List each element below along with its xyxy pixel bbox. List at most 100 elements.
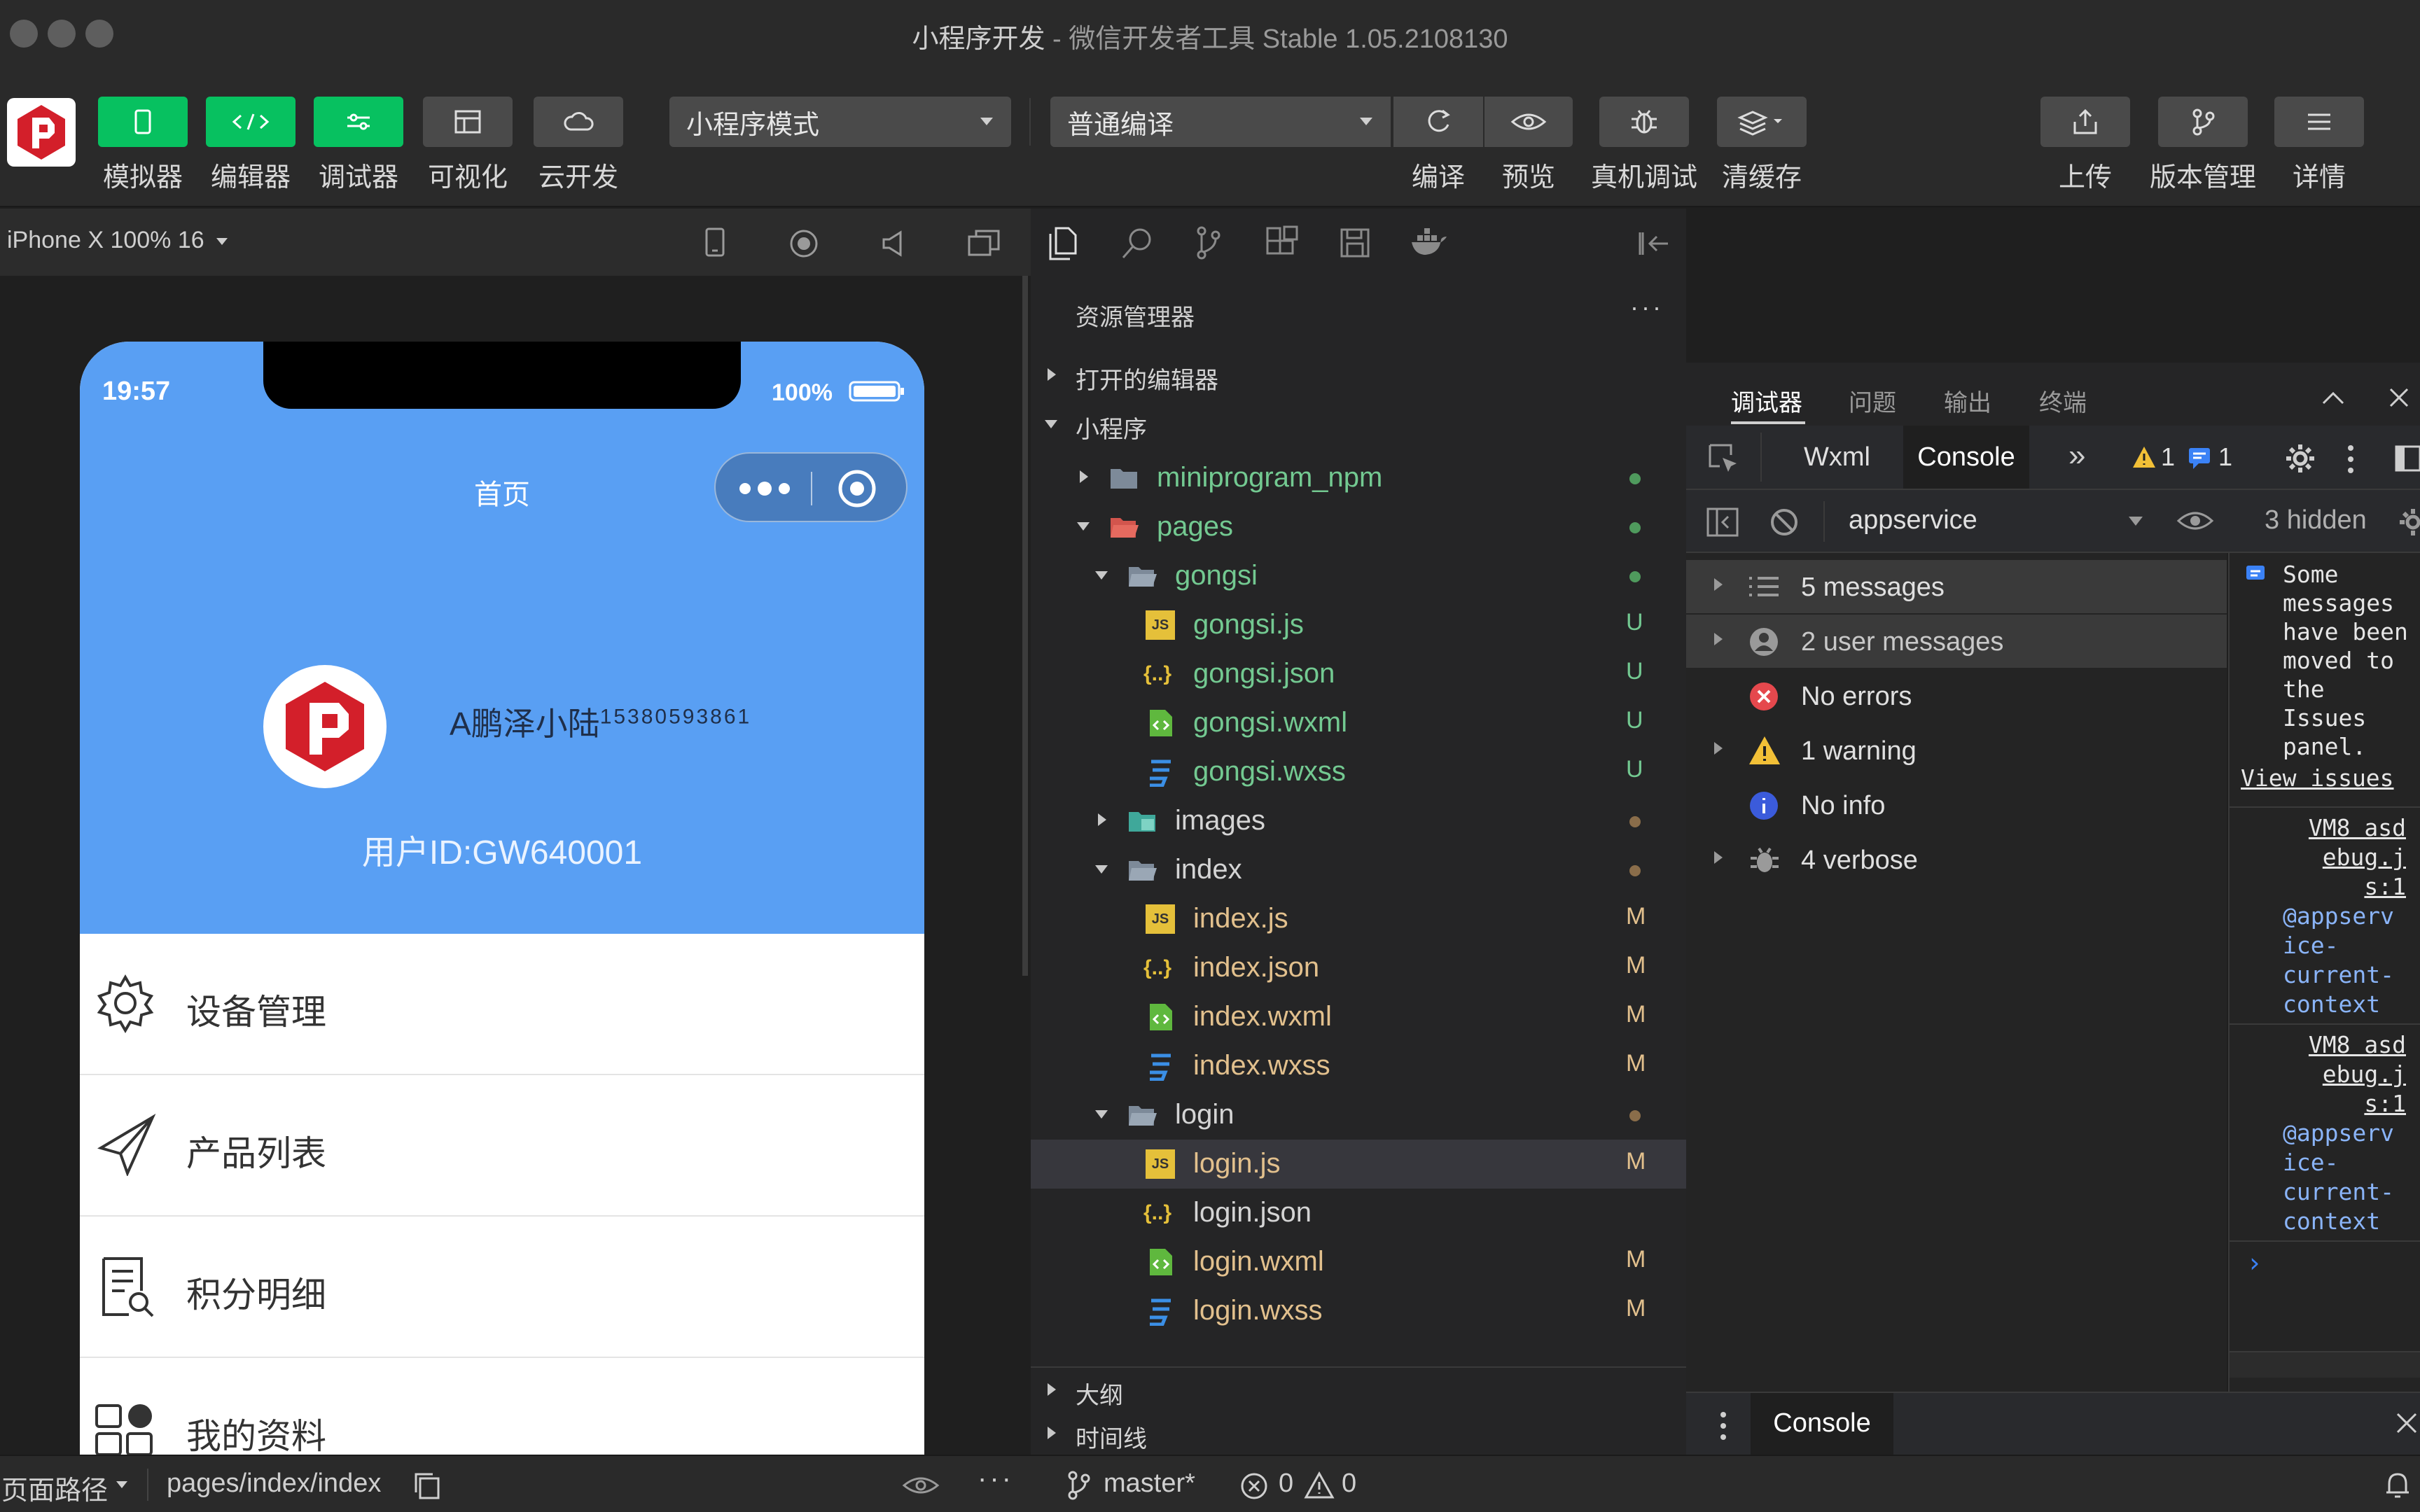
folder-login[interactable]: login <box>1031 1091 1686 1140</box>
sidebar-item-verbose[interactable]: 4 verbose <box>1686 833 2227 886</box>
cloud-button[interactable] <box>534 97 623 147</box>
log-source-link[interactable]: VM8 asd ebug.j s:1 <box>2309 1030 2406 1119</box>
folder-index[interactable]: index <box>1031 846 1686 895</box>
settings-gear-icon[interactable] <box>2284 442 2316 475</box>
close-icon[interactable] <box>2393 1410 2420 1438</box>
sidebar-item-messages[interactable]: 5 messages <box>1686 560 2227 613</box>
message-icon[interactable] <box>2188 447 2211 469</box>
version-control-button[interactable] <box>2158 97 2248 147</box>
folder-gongsi[interactable]: gongsi <box>1031 552 1686 601</box>
details-button[interactable] <box>2274 97 2364 147</box>
chevron-down-icon[interactable] <box>116 1481 127 1488</box>
hidden-count[interactable]: 3 hidden <box>2265 505 2367 536</box>
collapse-panel-icon[interactable] <box>1636 230 1671 258</box>
more-dots-icon[interactable] <box>737 479 793 498</box>
panel-tab-debugger[interactable]: 调试器 <box>1731 384 1802 418</box>
extensions-icon[interactable] <box>1265 225 1300 260</box>
outline-section[interactable]: 大纲 <box>1031 1368 1686 1411</box>
device-select[interactable]: iPhone X 100% 16 <box>7 227 228 254</box>
chevron-up-icon[interactable] <box>2319 388 2347 409</box>
panel-tab-output[interactable]: 输出 <box>1944 384 1991 418</box>
avatar[interactable] <box>263 665 387 788</box>
menu-item-my-profile[interactable]: 我的资料 <box>80 1358 924 1455</box>
more-actions-icon[interactable]: ··· <box>1630 293 1664 322</box>
simulator-scrollbar[interactable] <box>1022 276 1028 976</box>
dock-icon[interactable] <box>2393 444 2420 473</box>
panel-tab-problems[interactable]: 问题 <box>1849 384 1896 418</box>
phone-icon[interactable] <box>703 227 727 258</box>
error-icon[interactable] <box>1239 1471 1269 1501</box>
sidebar-item-user-messages[interactable]: 2 user messages <box>1686 615 2227 668</box>
search-icon[interactable] <box>1120 225 1155 260</box>
panel-tab-terminal[interactable]: 终端 <box>2039 384 2087 418</box>
compile-button[interactable] <box>1393 97 1483 147</box>
horizontal-scrollbar[interactable] <box>2230 1351 2420 1378</box>
record-icon[interactable] <box>788 228 819 259</box>
real-device-debug-button[interactable] <box>1599 97 1689 147</box>
sidebar-item-warnings[interactable]: 1 warning <box>1686 724 2227 777</box>
warning-icon[interactable] <box>2132 445 2157 469</box>
settings-gear-icon[interactable] <box>2398 507 2420 538</box>
clear-cache-button[interactable] <box>1717 97 1807 147</box>
git-branch[interactable]: master* <box>1104 1469 1195 1499</box>
file-login-json[interactable]: {..} login.json <box>1031 1189 1686 1238</box>
file-index-json[interactable]: {..} index.json M <box>1031 944 1686 993</box>
more-actions-icon[interactable]: ··· <box>978 1463 1014 1494</box>
save-icon[interactable] <box>1339 227 1371 259</box>
context-select-value[interactable]: appservice <box>1849 505 1977 536</box>
devtools-tab-wxml[interactable]: Wxml <box>1804 442 1870 472</box>
log-source-link[interactable]: VM8 asd ebug.j s:1 <box>2309 813 2406 902</box>
source-control-icon[interactable] <box>1193 225 1224 260</box>
window-icon[interactable] <box>966 228 1001 259</box>
more-vertical-icon[interactable] <box>2346 444 2356 475</box>
close-miniprogram-icon[interactable] <box>836 468 878 510</box>
visual-button[interactable] <box>423 97 513 147</box>
file-gongsi-wxss[interactable]: gongsi.wxss U <box>1031 748 1686 797</box>
open-editors-section[interactable]: 打开的编辑器 <box>1031 353 1686 398</box>
editor-button[interactable] <box>206 97 295 147</box>
folder-images[interactable]: images <box>1031 797 1686 846</box>
console-prompt-icon[interactable]: › <box>2246 1247 2262 1278</box>
warning-icon[interactable] <box>1304 1471 1335 1499</box>
file-login-wxss[interactable]: login.wxss M <box>1031 1287 1686 1336</box>
folder-miniprogram-npm[interactable]: miniprogram_npm <box>1031 454 1686 503</box>
drawer-tab-console[interactable]: Console <box>1751 1393 1893 1455</box>
file-gongsi-wxml[interactable]: gongsi.wxml U <box>1031 699 1686 748</box>
copy-icon[interactable] <box>413 1471 441 1501</box>
menu-item-device-management[interactable]: 设备管理 <box>80 934 924 1075</box>
debugger-button[interactable] <box>314 97 403 147</box>
menu-item-product-list[interactable]: 产品列表 <box>80 1075 924 1217</box>
close-icon[interactable] <box>2385 384 2413 412</box>
sidebar-item-errors[interactable]: No errors <box>1686 669 2227 722</box>
clear-console-icon[interactable] <box>1769 507 1800 538</box>
bell-icon[interactable] <box>2384 1470 2412 1501</box>
docker-icon[interactable] <box>1409 228 1448 258</box>
preview-button[interactable] <box>1484 97 1573 147</box>
volume-icon[interactable] <box>879 228 908 259</box>
file-login-js[interactable]: JS login.js M <box>1031 1140 1686 1189</box>
upload-button[interactable] <box>2040 97 2130 147</box>
inspect-element-icon[interactable] <box>1707 442 1739 475</box>
simulator-button[interactable] <box>98 97 188 147</box>
sidebar-item-info[interactable]: No info <box>1686 778 2227 832</box>
page-path-label[interactable]: 页面路径 <box>1 1469 108 1507</box>
file-index-js[interactable]: JS index.js M <box>1031 895 1686 944</box>
sidebar-toggle-icon[interactable] <box>1706 507 1739 538</box>
compile-mode-select[interactable]: 普通编译 <box>1050 97 1391 147</box>
more-vertical-icon[interactable] <box>1718 1410 1728 1442</box>
timeline-section[interactable]: 时间线 <box>1031 1411 1686 1455</box>
file-gongsi-json[interactable]: {..} gongsi.json U <box>1031 650 1686 699</box>
file-login-wxml[interactable]: login.wxml M <box>1031 1238 1686 1287</box>
file-index-wxss[interactable]: index.wxss M <box>1031 1042 1686 1091</box>
menu-item-points-detail[interactable]: 积分明细 <box>80 1217 924 1358</box>
devtools-tab-console[interactable]: Console <box>1903 426 2029 489</box>
files-icon[interactable] <box>1046 225 1078 260</box>
chevron-down-icon[interactable] <box>2129 517 2143 526</box>
eye-icon[interactable] <box>902 1474 940 1497</box>
mode-select[interactable]: 小程序模式 <box>669 97 1011 147</box>
eye-icon[interactable] <box>2176 508 2214 533</box>
branch-icon[interactable] <box>1066 1470 1091 1501</box>
view-issues-link[interactable]: View issues <box>2241 764 2394 792</box>
file-gongsi-js[interactable]: JS gongsi.js U <box>1031 601 1686 650</box>
file-index-wxml[interactable]: index.wxml M <box>1031 993 1686 1042</box>
